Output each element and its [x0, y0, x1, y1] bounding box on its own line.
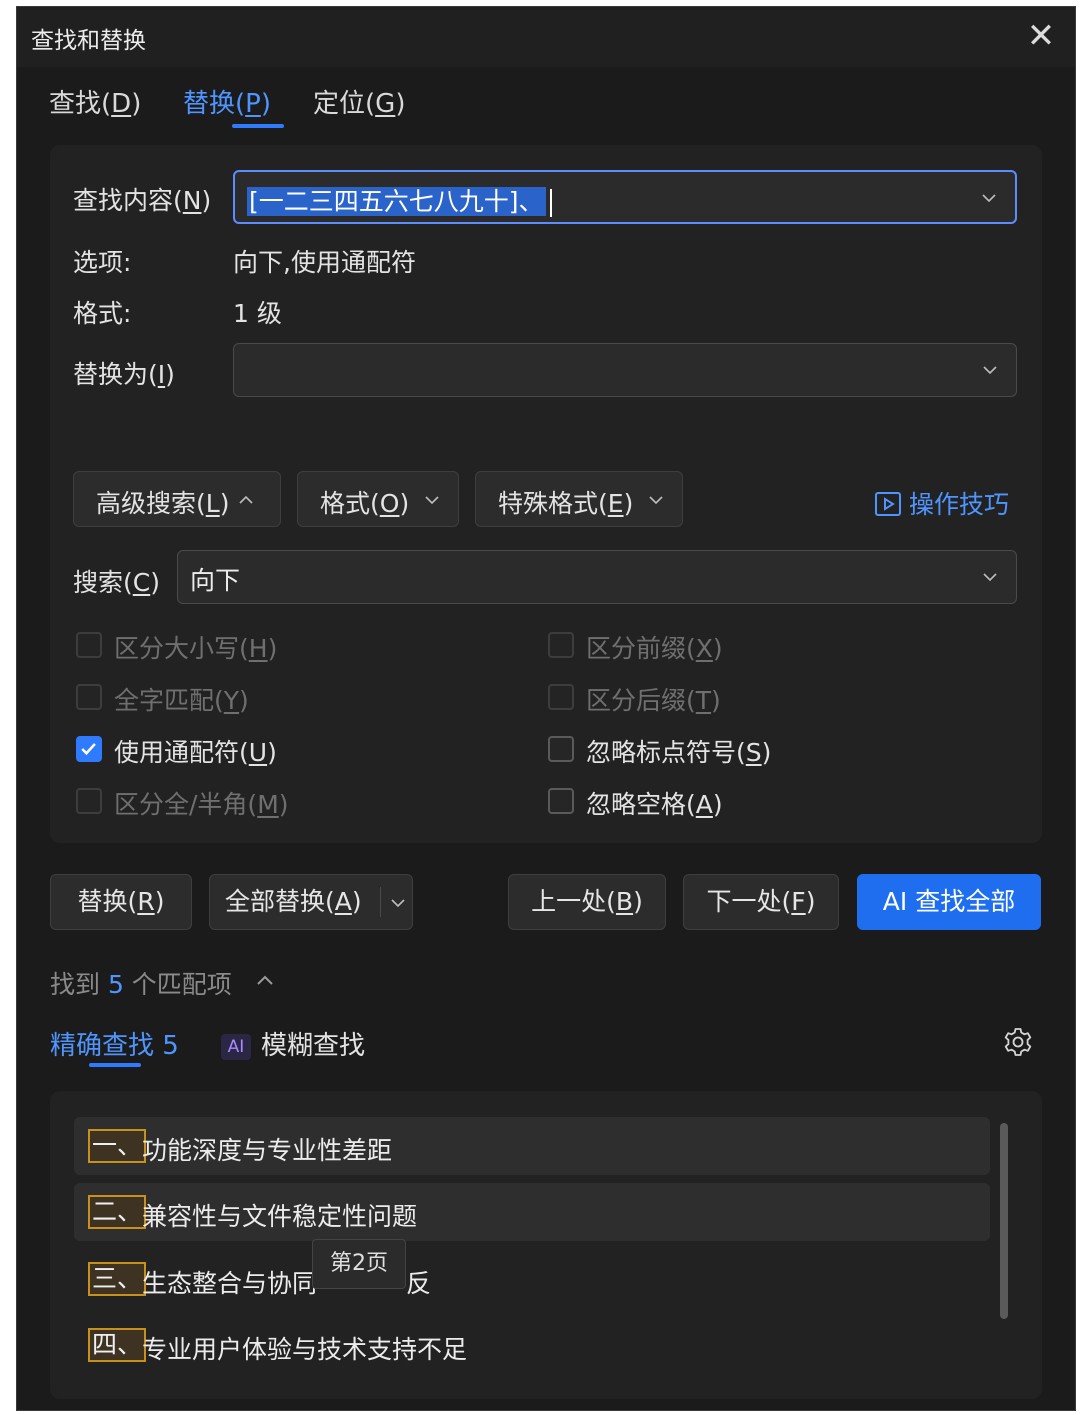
- active-tab-indicator: [232, 124, 284, 128]
- chevron-down-icon[interactable]: [390, 895, 406, 911]
- active-tab-indicator: [89, 1063, 141, 1067]
- play-icon: [875, 492, 901, 516]
- match-summary: 找到 5 个匹配项: [50, 970, 232, 999]
- dialog-title: 查找和替换: [31, 28, 146, 54]
- checkmark-icon: [81, 743, 96, 756]
- tab-exact-search[interactable]: 精确查找 5: [50, 1025, 179, 1062]
- find-input[interactable]: [一二三四五六七八九十]、: [233, 170, 1017, 224]
- search-direction-select[interactable]: 向下: [177, 550, 1017, 604]
- replace-input[interactable]: [233, 343, 1017, 397]
- chevron-up-icon[interactable]: [255, 971, 275, 989]
- settings-panel: 查找内容(N) [一二三四五六七八九十]、 选项: 向下,使用通配符 格式: 1…: [50, 145, 1042, 843]
- list-item[interactable]: 一、 功能深度与专业性差距: [74, 1117, 990, 1175]
- previous-button[interactable]: 上一处(B): [508, 874, 666, 930]
- advanced-search-button[interactable]: 高级搜索(L): [73, 471, 281, 527]
- format-button[interactable]: 格式(O): [297, 471, 459, 527]
- tab-find[interactable]: 查找(D): [49, 83, 141, 120]
- tab-goto[interactable]: 定位(G): [313, 83, 405, 120]
- chevron-up-icon: [239, 495, 253, 504]
- gear-icon[interactable]: [1003, 1027, 1033, 1057]
- tips-link[interactable]: 操作技巧: [875, 485, 1009, 521]
- page-tooltip: 第2页: [312, 1239, 406, 1289]
- special-format-button[interactable]: 特殊格式(E): [475, 471, 683, 527]
- match-highlight: 二、: [88, 1195, 147, 1229]
- list-item[interactable]: 四、 专业用户体验与技术支持不足: [74, 1316, 990, 1374]
- next-button[interactable]: 下一处(F): [683, 874, 839, 930]
- tab-replace[interactable]: 替换(P): [183, 83, 271, 120]
- find-label: 查找内容(N): [73, 186, 212, 215]
- options-label: 选项:: [73, 248, 132, 277]
- scrollbar[interactable]: [1000, 1123, 1008, 1319]
- search-direction-label: 搜索(C): [73, 568, 160, 597]
- match-highlight: 一、: [88, 1129, 147, 1163]
- chevron-down-icon[interactable]: [981, 190, 997, 206]
- chevron-down-icon: [425, 496, 439, 505]
- list-item[interactable]: 二、 兼容性与文件稳定性问题: [74, 1183, 990, 1241]
- chevron-down-icon: [649, 496, 663, 505]
- options-value: 向下,使用通配符: [233, 248, 416, 277]
- results-list: 一、 功能深度与专业性差距 二、 兼容性与文件稳定性问题 三、 生态整合与协同 …: [50, 1091, 1042, 1399]
- chevron-down-icon[interactable]: [982, 569, 998, 585]
- replace-all-button[interactable]: 全部替换(A): [209, 874, 413, 930]
- ai-find-all-button[interactable]: AI 查找全部: [857, 874, 1041, 930]
- ai-badge: AI: [221, 1034, 251, 1060]
- tab-fuzzy-search[interactable]: AI 模糊查找: [221, 1025, 365, 1062]
- match-highlight: 三、: [88, 1262, 147, 1296]
- find-replace-dialog: 查找和替换 ✕ 查找(D) 替换(P) 定位(G) 查找内容(N) [一二三四五…: [16, 6, 1076, 1411]
- title-bar: 查找和替换 ✕: [17, 7, 1075, 67]
- format-label: 格式:: [73, 299, 132, 328]
- find-input-value: [一二三四五六七八九十]、: [247, 187, 546, 216]
- match-highlight: 四、: [88, 1328, 147, 1362]
- close-icon[interactable]: ✕: [1023, 19, 1059, 55]
- search-direction-value: 向下: [190, 566, 241, 595]
- replace-button[interactable]: 替换(R): [50, 874, 192, 930]
- format-value: 1 级: [233, 299, 282, 328]
- chevron-down-icon[interactable]: [982, 362, 998, 378]
- list-item[interactable]: 三、 生态整合与协同 反: [74, 1250, 990, 1308]
- replace-label: 替换为(I): [73, 360, 175, 389]
